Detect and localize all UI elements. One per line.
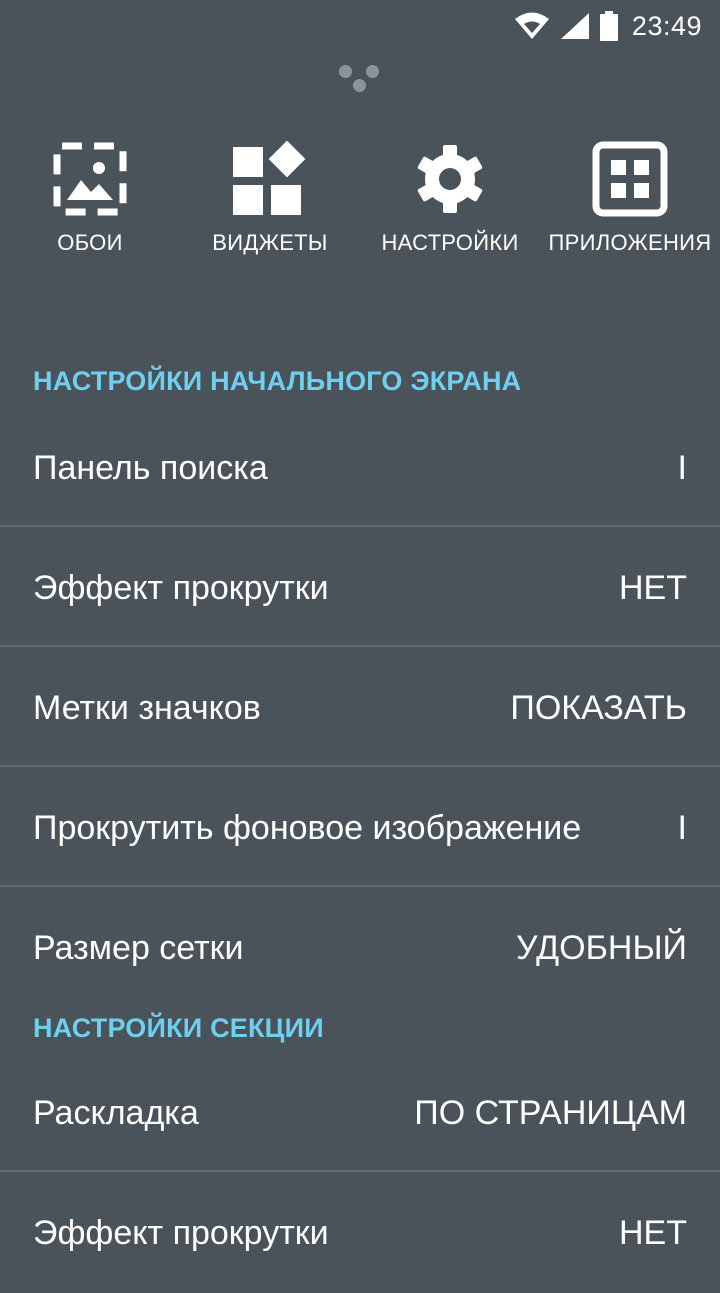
divider: [0, 765, 720, 767]
signal-icon: [560, 12, 590, 40]
widgets-icon: [180, 138, 360, 220]
quick-actions: ОБОИ ВИДЖЕТЫ НАСТРОЙКИ ПРИЛОЖЕНИЯ: [0, 138, 720, 278]
setting-label: Эффект прокрутки: [33, 568, 329, 607]
widgets-button[interactable]: ВИДЖЕТЫ: [180, 138, 360, 256]
setting-label: Панель поиска: [33, 448, 268, 487]
setting-label: Прокрутить фоновое изображение: [33, 808, 582, 847]
divider: [0, 525, 720, 527]
widgets-label: ВИДЖЕТЫ: [212, 230, 328, 255]
setting-label: Раскладка: [33, 1093, 199, 1132]
apps-grid-icon: [540, 138, 720, 220]
wallpaper-label: ОБОИ: [57, 230, 123, 255]
status-time: 23:49: [631, 10, 702, 41]
setting-value: ПО СТРАНИЦАМ: [414, 1093, 687, 1132]
setting-value: ПОКАЗАТЬ: [510, 688, 687, 727]
setting-layout[interactable]: Раскладка ПО СТРАНИЦАМ: [0, 1053, 720, 1173]
setting-drawer-scroll-effect[interactable]: Эффект прокрутки НЕТ: [0, 1173, 720, 1293]
page-dot: [366, 65, 379, 78]
status-bar: 23:49: [0, 0, 720, 52]
setting-grid-size[interactable]: Размер сетки УДОБНЫЙ: [0, 888, 720, 1008]
section-title-drawer: НАСТРОЙКИ СЕКЦИИ: [33, 1013, 324, 1043]
setting-icon-labels[interactable]: Метки значков ПОКАЗАТЬ: [0, 648, 720, 768]
setting-value: НЕТ: [619, 1213, 687, 1252]
battery-icon: [599, 11, 618, 41]
setting-scroll-wallpaper[interactable]: Прокрутить фоновое изображение I: [0, 768, 720, 888]
wallpaper-icon: [0, 138, 180, 220]
setting-value: I: [677, 448, 687, 487]
setting-scroll-effect[interactable]: Эффект прокрутки НЕТ: [0, 528, 720, 648]
wifi-icon: [514, 12, 550, 40]
page-indicator[interactable]: [336, 62, 384, 94]
divider: [0, 645, 720, 647]
divider: [0, 1170, 720, 1172]
settings-button[interactable]: НАСТРОЙКИ: [360, 138, 540, 256]
apps-button[interactable]: ПРИЛОЖЕНИЯ: [540, 138, 720, 256]
apps-label: ПРИЛОЖЕНИЯ: [548, 230, 712, 255]
setting-label: Размер сетки: [33, 928, 244, 967]
setting-label: Метки значков: [33, 688, 261, 727]
gear-icon: [360, 138, 540, 220]
setting-value: НЕТ: [619, 568, 687, 607]
setting-value: УДОБНЫЙ: [516, 928, 687, 967]
setting-value: I: [677, 808, 687, 847]
setting-label: Эффект прокрутки: [33, 1213, 329, 1252]
divider: [0, 885, 720, 887]
section-title-home: НАСТРОЙКИ НАЧАЛЬНОГО ЭКРАНА: [33, 366, 522, 396]
page-dot: [339, 65, 352, 78]
page-dot: [353, 79, 366, 92]
wallpaper-button[interactable]: ОБОИ: [0, 138, 180, 256]
setting-search-bar[interactable]: Панель поиска I: [0, 408, 720, 528]
settings-label: НАСТРОЙКИ: [381, 230, 519, 255]
